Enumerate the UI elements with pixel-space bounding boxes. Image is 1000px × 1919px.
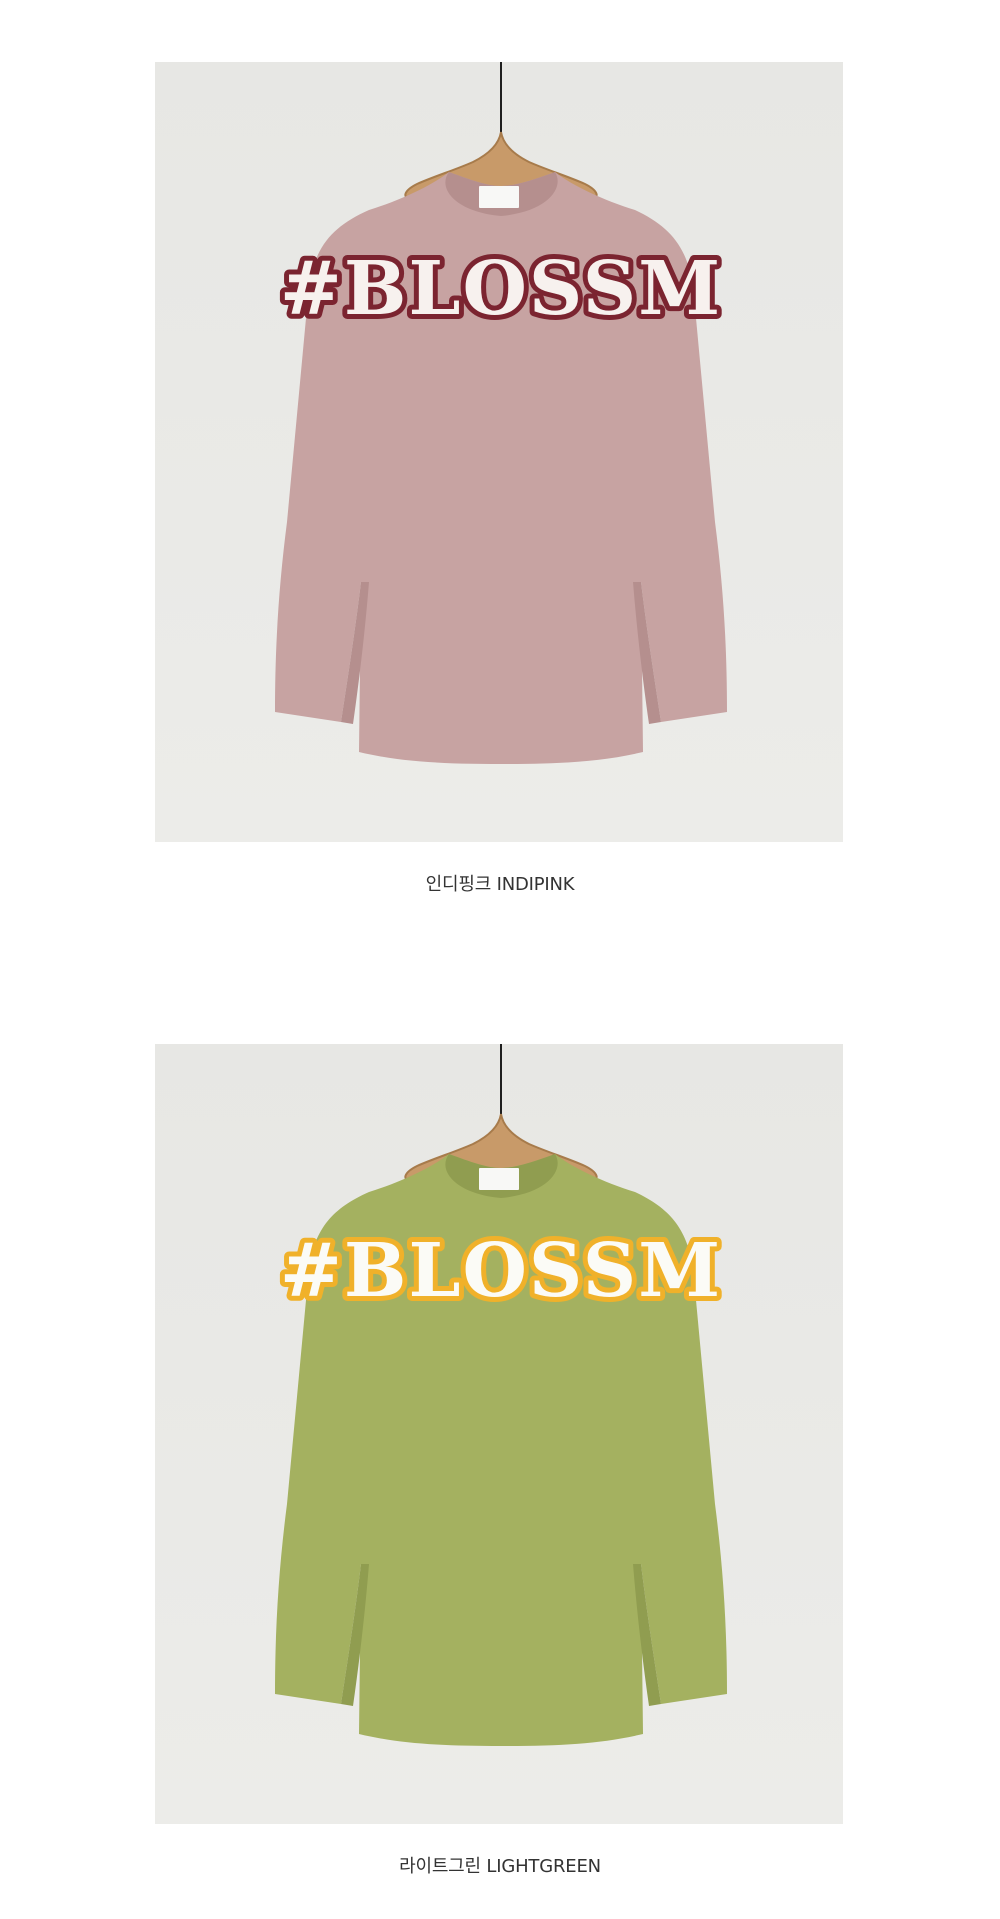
neck-label	[479, 1168, 519, 1190]
product-color-caption: 인디핑크 INDIPINK	[425, 874, 575, 895]
product-color-caption: 라이트그린 LIGHTGREEN	[399, 1856, 601, 1877]
neck-label	[479, 186, 519, 208]
tshirt-photo-illustration: #BLOSSM #BLOSSM	[155, 62, 843, 842]
product-photo: #BLOSSM #BLOSSM	[155, 62, 843, 842]
tshirt-photo-illustration: #BLOSSM #BLOSSM	[155, 1044, 843, 1824]
shirt-print-text: #BLOSSM	[280, 246, 722, 332]
shirt-print-text: #BLOSSM	[280, 1228, 722, 1314]
product-photo: #BLOSSM #BLOSSM	[155, 1044, 843, 1824]
